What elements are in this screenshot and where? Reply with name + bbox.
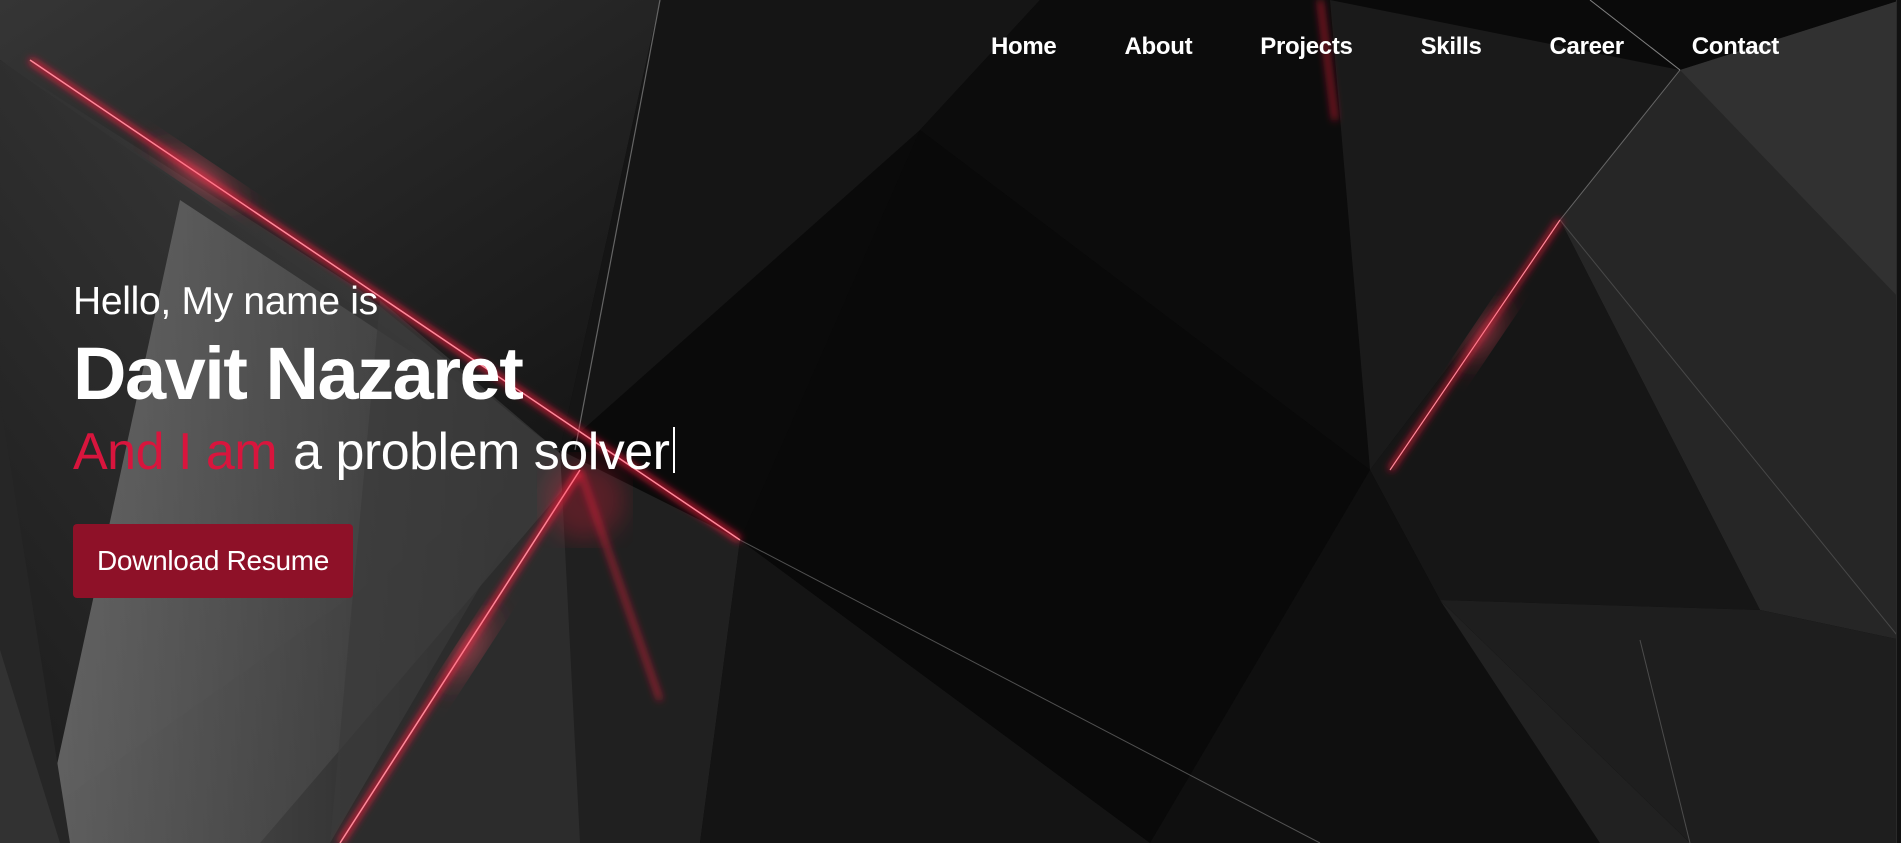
greeting-text: Hello, My name is	[73, 280, 378, 323]
typing-cursor	[672, 427, 675, 473]
hero-section: Home About Projects Skills Career Contac…	[0, 0, 1901, 843]
main-nav: Home About Projects Skills Career Contac…	[957, 32, 1813, 62]
nav-home-link[interactable]: Home	[957, 32, 1090, 62]
hero-intro: Hello, My name is Davit Nazaret And I am…	[73, 278, 675, 598]
nav-skills-link[interactable]: Skills	[1387, 32, 1516, 62]
nav-projects-link[interactable]: Projects	[1226, 32, 1386, 62]
hero-name: Davit Nazaret	[73, 332, 524, 415]
tagline-prefix: And I am	[73, 423, 278, 481]
nav-about-link[interactable]: About	[1090, 32, 1226, 62]
scrollbar[interactable]	[1896, 0, 1901, 843]
nav-career-link[interactable]: Career	[1516, 32, 1658, 62]
hero-tagline: And I am a problem solver	[73, 420, 675, 484]
tagline-role: a problem solver	[293, 423, 670, 481]
download-resume-button[interactable]: Download Resume	[73, 524, 354, 598]
nav-contact-link[interactable]: Contact	[1658, 32, 1813, 62]
